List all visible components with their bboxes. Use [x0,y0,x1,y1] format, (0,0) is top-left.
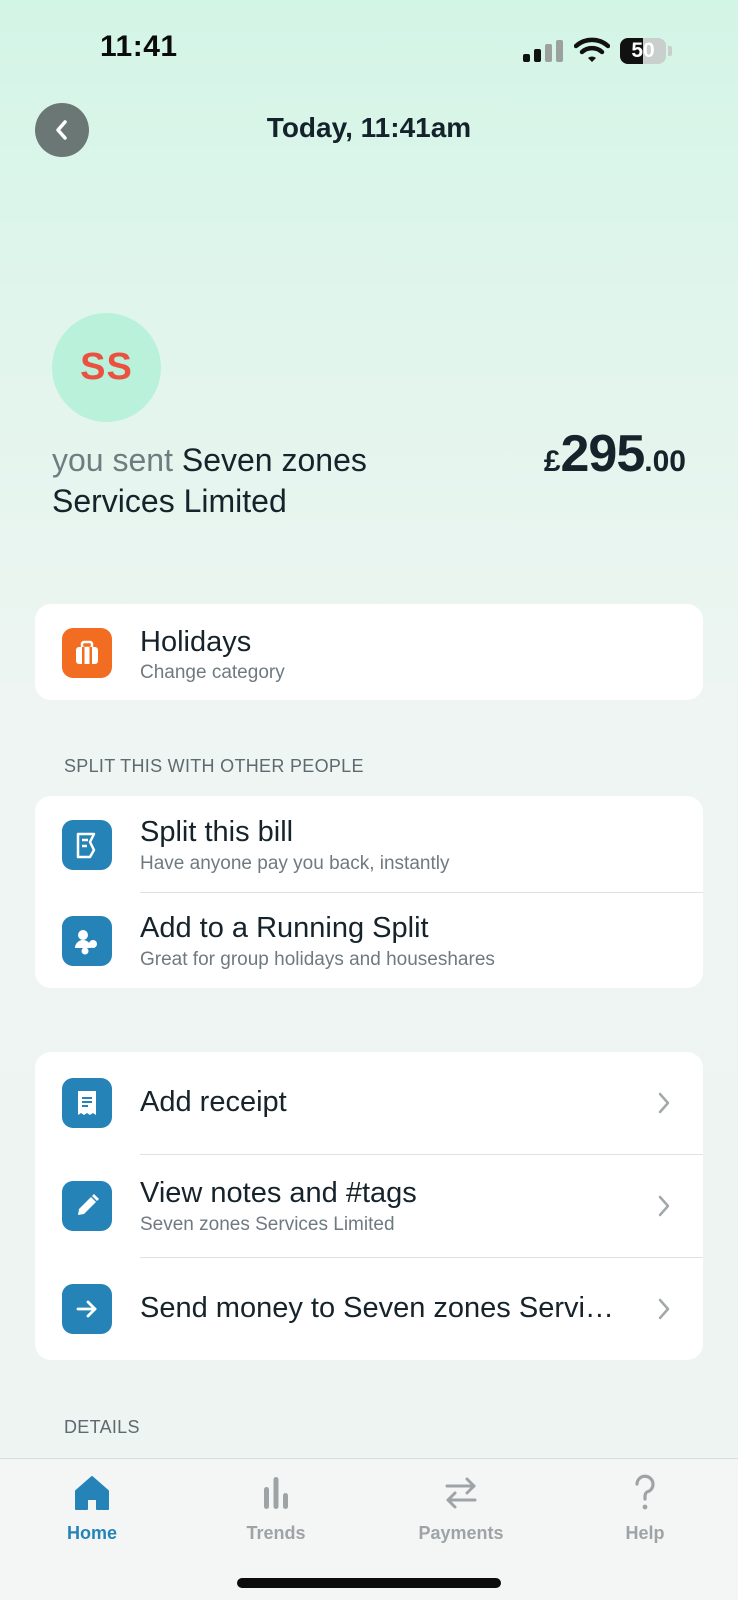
add-receipt-title: Add receipt [140,1086,287,1118]
view-notes-row[interactable]: View notes and #tags Seven zones Service… [35,1155,703,1257]
transaction-amount: £ 295 .00 [544,424,686,484]
running-split-row[interactable]: Add to a Running Split Great for group h… [35,892,703,988]
tab-trends[interactable]: Trends [216,1473,336,1544]
details-section-label: DETAILS [64,1417,140,1437]
receipt-icon [62,1078,112,1128]
tab-home[interactable]: Home [32,1473,152,1544]
status-bar: 11:41 50 [0,0,738,100]
view-notes-title: View notes and #tags [140,1177,417,1209]
tab-label: Trends [246,1523,306,1543]
home-icon [75,1476,109,1510]
view-notes-subtitle: Seven zones Services Limited [140,1214,395,1235]
category-title: Holidays [140,626,252,658]
payments-icon [445,1477,477,1509]
merchant-description: you sent Seven zones Services Limited [52,440,452,522]
home-indicator[interactable] [237,1578,501,1588]
split-card: Split this bill Have anyone pay you back… [35,796,703,988]
split-bill-title: Split this bill [140,816,294,848]
help-icon [635,1474,655,1510]
split-bill-icon [62,820,112,870]
tab-help[interactable]: Help [585,1473,705,1544]
tab-payments[interactable]: Payments [401,1473,521,1544]
status-time: 11:41 [100,30,178,63]
split-bill-row[interactable]: Split this bill Have anyone pay you back… [35,796,703,892]
merchant-avatar: SS [52,313,161,422]
actions-card: Add receipt View notes and #tags Seven z… [35,1052,703,1360]
category-row[interactable]: Holidays Change category [35,604,703,700]
chevron-right-icon [658,1092,670,1114]
running-split-title: Add to a Running Split [140,912,429,944]
cellular-signal-icon [523,40,563,62]
trends-icon [264,1477,288,1509]
suitcase-icon [62,628,112,678]
battery-icon: 50 [620,38,672,64]
send-money-row[interactable]: Send money to Seven zones Servi… [35,1258,703,1360]
amount-minor: .00 [644,445,686,478]
battery-percentage: 50 [631,39,655,62]
running-split-subtitle: Great for group holidays and houseshares [140,949,495,970]
sent-prefix: you sent [52,442,173,478]
amount-major: 295 [560,425,646,483]
wifi-icon [574,37,610,62]
chevron-right-icon [658,1298,670,1320]
tab-label: Payments [418,1523,504,1543]
running-split-icon [62,916,112,966]
pencil-icon [62,1181,112,1231]
arrow-right-icon [62,1284,112,1334]
split-section-label: SPLIT THIS WITH OTHER PEOPLE [64,756,364,776]
split-bill-subtitle: Have anyone pay you back, instantly [140,853,450,874]
send-money-title: Send money to Seven zones Servi… [140,1292,614,1324]
chevron-right-icon [658,1195,670,1217]
amount-currency: £ [543,445,561,478]
category-card[interactable]: Holidays Change category [35,604,703,700]
add-receipt-row[interactable]: Add receipt [35,1052,703,1154]
tab-label: Home [66,1523,117,1543]
category-subtitle: Change category [140,662,285,683]
page-title: Today, 11:41am [266,112,472,143]
tab-label: Help [625,1523,665,1543]
